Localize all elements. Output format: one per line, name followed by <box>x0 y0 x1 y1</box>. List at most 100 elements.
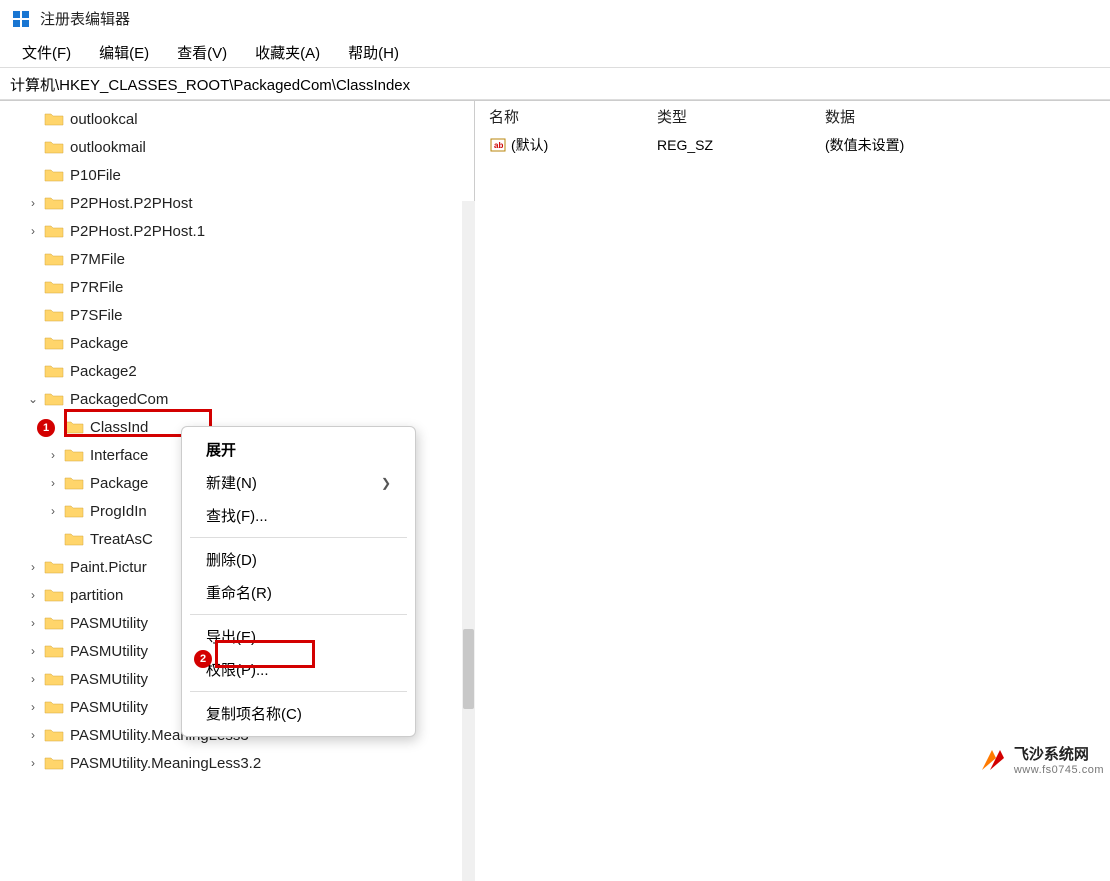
expand-icon[interactable]: › <box>26 616 40 630</box>
value-data: (数值未设置) <box>825 135 1110 155</box>
context-menu: 展开 新建(N)❯ 查找(F)... 删除(D) 重命名(R) 导出(E) 权限… <box>181 426 416 737</box>
tree-item-label: P7MFile <box>70 251 125 268</box>
expand-icon[interactable]: › <box>26 196 40 210</box>
menu-help[interactable]: 帮助(H) <box>334 40 413 65</box>
tree-item-label: Interface <box>90 447 148 464</box>
expand-icon[interactable]: › <box>26 644 40 658</box>
tree-item-label: PackagedCom <box>70 391 168 408</box>
tree-item-label: Package <box>90 475 148 492</box>
watermark-sub: www.fs0745.com <box>1014 764 1104 776</box>
watermark-logo-icon <box>978 746 1006 774</box>
tree-item[interactable]: ⌄ PackagedCom <box>24 385 474 413</box>
watermark: 飞沙系统网 www.fs0745.com <box>978 743 1104 776</box>
window-title: 注册表编辑器 <box>40 8 130 29</box>
folder-icon <box>44 755 64 771</box>
tree-item[interactable]: Package2 <box>24 357 474 385</box>
folder-icon <box>64 531 84 547</box>
menu-favorites[interactable]: 收藏夹(A) <box>241 40 334 65</box>
addressbar[interactable]: 计算机\HKEY_CLASSES_ROOT\PackagedCom\ClassI… <box>0 68 1110 100</box>
ctx-find[interactable]: 查找(F)... <box>182 499 415 532</box>
ctx-separator <box>190 614 407 615</box>
folder-icon <box>44 167 64 183</box>
tree-item[interactable]: › P2PHost.P2PHost.1 <box>24 217 474 245</box>
folder-icon <box>44 615 64 631</box>
tree-item[interactable]: outlookmail <box>24 133 474 161</box>
svg-text:ab: ab <box>494 141 503 150</box>
ctx-rename[interactable]: 重命名(R) <box>182 576 415 609</box>
folder-icon <box>44 587 64 603</box>
address-path: 计算机\HKEY_CLASSES_ROOT\PackagedCom\ClassI… <box>10 77 410 94</box>
column-header-data[interactable]: 数据 <box>825 106 1110 127</box>
tree-item[interactable]: › P2PHost.P2PHost <box>24 189 474 217</box>
tree-item-label: Package <box>70 335 128 352</box>
expand-icon[interactable]: › <box>26 728 40 742</box>
expand-icon[interactable]: ⌄ <box>26 392 40 406</box>
folder-icon <box>44 111 64 127</box>
menu-file[interactable]: 文件(F) <box>8 40 85 65</box>
expand-icon[interactable]: › <box>26 588 40 602</box>
tree-item[interactable]: P7SFile <box>24 301 474 329</box>
main-panel: outlookcal outlookmailP10File › P2PHost.P2P… <box>0 100 1110 782</box>
tree-item-label: ClassInd <box>90 419 148 436</box>
expand-icon[interactable]: › <box>26 560 40 574</box>
ctx-export[interactable]: 导出(E) <box>182 620 415 653</box>
menubar: 文件(F) 编辑(E) 查看(V) 收藏夹(A) 帮助(H) <box>0 38 1110 68</box>
folder-icon <box>44 671 64 687</box>
folder-icon <box>44 391 64 407</box>
expand-icon[interactable]: › <box>26 700 40 714</box>
tree-item-label: outlookcal <box>70 111 138 128</box>
value-name: (默认) <box>511 135 548 155</box>
tree-item[interactable]: › PASMUtility.MeaningLess3.2 <box>24 749 474 777</box>
menu-view[interactable]: 查看(V) <box>163 40 241 65</box>
expand-icon[interactable]: › <box>26 224 40 238</box>
scrollbar-vertical[interactable] <box>462 201 475 881</box>
folder-icon <box>44 307 64 323</box>
watermark-title: 飞沙系统网 <box>1014 743 1104 764</box>
scrollbar-thumb[interactable] <box>463 629 474 709</box>
folder-icon <box>64 475 84 491</box>
menu-edit[interactable]: 编辑(E) <box>85 40 163 65</box>
tree-item[interactable]: Package <box>24 329 474 357</box>
ctx-separator <box>190 691 407 692</box>
expand-icon[interactable]: › <box>26 756 40 770</box>
folder-icon <box>64 419 84 435</box>
app-icon <box>12 10 30 28</box>
tree-item-label: PASMUtility.MeaningLess3.2 <box>70 755 261 772</box>
tree-item-label: ProgIdIn <box>90 503 147 520</box>
tree-item-label: PASMUtility <box>70 643 148 660</box>
value-row[interactable]: ab (默认) REG_SZ (数值未设置) <box>489 132 1110 158</box>
column-header-name[interactable]: 名称 <box>489 106 657 127</box>
expand-icon[interactable]: › <box>26 672 40 686</box>
tree-item[interactable]: P10File <box>24 161 474 189</box>
ctx-expand[interactable]: 展开 <box>182 433 415 466</box>
tree-item[interactable]: P7MFile <box>24 245 474 273</box>
tree-item-label: partition <box>70 587 123 604</box>
folder-icon <box>44 139 64 155</box>
ctx-copy-key-name[interactable]: 复制项名称(C) <box>182 697 415 730</box>
values-panel: 名称 类型 数据 ab (默认) REG_SZ (数值未设置) <box>475 101 1110 782</box>
tree-item[interactable]: outlookcal <box>24 105 474 133</box>
folder-icon <box>44 643 64 659</box>
annotation-badge-2: 2 <box>194 650 212 668</box>
ctx-permissions[interactable]: 权限(P)... <box>182 653 415 686</box>
tree-item-label: TreatAsC <box>90 531 153 548</box>
tree-item-label: P7RFile <box>70 279 123 296</box>
column-header-type[interactable]: 类型 <box>657 106 825 127</box>
titlebar: 注册表编辑器 <box>0 0 1110 38</box>
tree-item-label: P2PHost.P2PHost.1 <box>70 223 205 240</box>
tree-item-label: PASMUtility <box>70 671 148 688</box>
tree-item-label: PASMUtility <box>70 699 148 716</box>
ctx-delete[interactable]: 删除(D) <box>182 543 415 576</box>
folder-icon <box>44 727 64 743</box>
ctx-new[interactable]: 新建(N)❯ <box>182 466 415 499</box>
values-header: 名称 类型 数据 <box>489 104 1110 128</box>
folder-icon <box>44 363 64 379</box>
expand-icon[interactable]: › <box>46 448 60 462</box>
expand-icon[interactable]: › <box>46 476 60 490</box>
tree-item-label: Package2 <box>70 363 137 380</box>
tree-item-label: P2PHost.P2PHost <box>70 195 193 212</box>
folder-icon <box>44 279 64 295</box>
tree-item[interactable]: P7RFile <box>24 273 474 301</box>
string-value-icon: ab <box>489 136 507 154</box>
expand-icon[interactable]: › <box>46 504 60 518</box>
